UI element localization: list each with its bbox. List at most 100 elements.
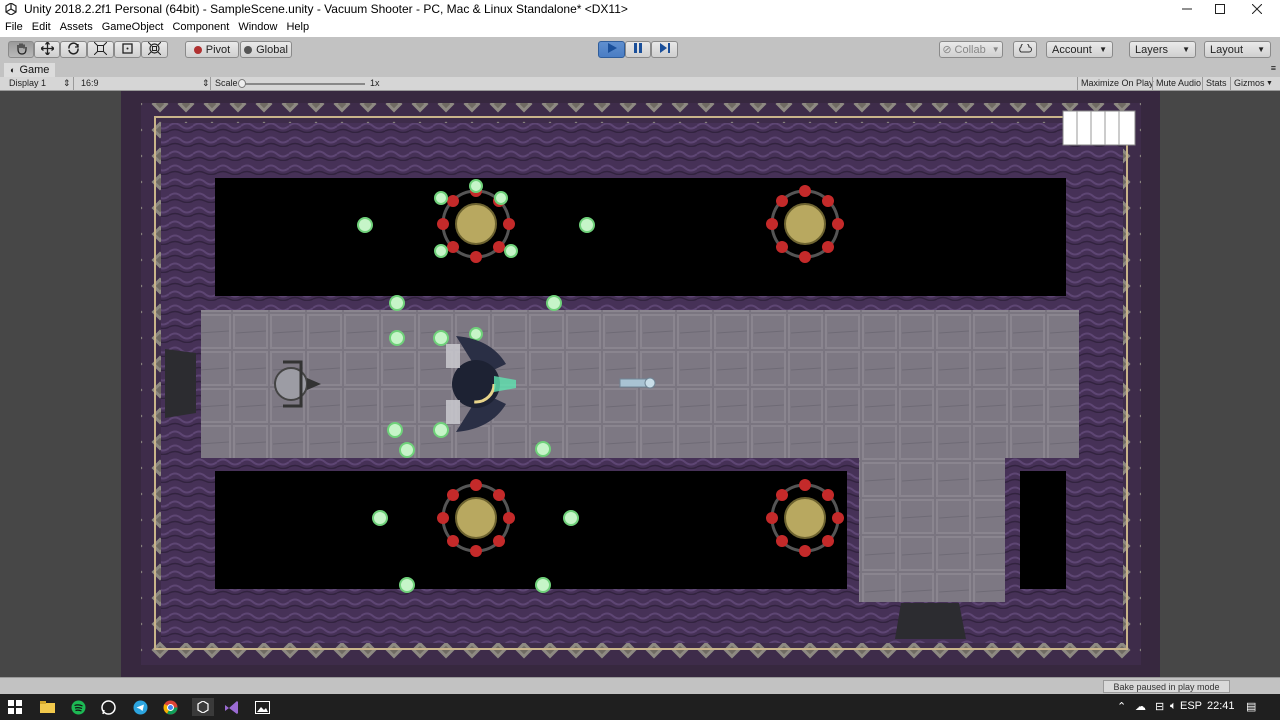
- step-icon: [659, 42, 671, 57]
- move-icon: [40, 41, 54, 58]
- volume-icon[interactable]: 🔈︎: [1170, 700, 1177, 713]
- transform-tool-button[interactable]: [141, 41, 168, 58]
- title-bar: Unity 2018.2.2f1 Personal (64bit) - Samp…: [0, 0, 1280, 17]
- pivot-icon: [193, 45, 202, 54]
- chevron-updown-icon: ⇕: [202, 78, 210, 88]
- whatsapp-icon[interactable]: [99, 698, 117, 716]
- play-icon: [606, 42, 618, 57]
- account-label: Account: [1052, 43, 1092, 56]
- rect-tool-button[interactable]: [114, 41, 141, 58]
- game-tab-icon: ◐: [10, 65, 16, 75]
- network-icon[interactable]: ⊟: [1155, 700, 1164, 713]
- scale-label: Scale: [215, 78, 238, 88]
- tab-menu-icon[interactable]: ≡: [1271, 63, 1276, 73]
- game-tab-bar: ◐ Game ≡: [0, 63, 1280, 77]
- rect-icon: [121, 42, 134, 58]
- game-scene: [121, 91, 1160, 677]
- divider: [210, 77, 211, 91]
- game-view[interactable]: [0, 91, 1280, 677]
- rotate-icon: [67, 41, 80, 58]
- divider: [73, 77, 74, 91]
- divider: [1152, 77, 1153, 91]
- layers-label: Layers: [1135, 43, 1169, 56]
- scale-icon: [93, 41, 108, 58]
- window-title: Unity 2018.2.2f1 Personal (64bit) - Samp…: [24, 1, 628, 16]
- divider: [1077, 77, 1078, 91]
- pause-icon: [632, 42, 644, 57]
- scale-slider-track[interactable]: [240, 83, 365, 85]
- collab-label: Collab: [954, 43, 986, 56]
- spotify-icon[interactable]: [69, 698, 87, 716]
- status-bar: Bake paused in play mode: [0, 677, 1280, 694]
- cloud-icon: [1018, 42, 1032, 56]
- photos-icon[interactable]: [253, 698, 271, 716]
- chevron-up-icon[interactable]: ⌃: [1117, 700, 1126, 713]
- tab-game[interactable]: ◐ Game: [4, 63, 56, 77]
- chevron-down-icon: ▼: [991, 45, 1000, 54]
- global-label: Global: [256, 43, 288, 56]
- chevron-down-icon: ▼: [1099, 45, 1107, 54]
- menu-bar: File Edit Assets GameObject Component Wi…: [0, 17, 1280, 37]
- pivot-toggle[interactable]: Pivot: [185, 41, 239, 58]
- transform-icon: [147, 41, 162, 58]
- move-tool-button[interactable]: [34, 41, 60, 58]
- mute-audio-toggle[interactable]: Mute Audio: [1156, 78, 1201, 88]
- rotate-tool-button[interactable]: [60, 41, 87, 58]
- chevron-updown-icon: ⇕: [63, 78, 71, 88]
- game-view-toolbar: Display 1 ⇕ 16:9 ⇕ Scale 1x Maximize On …: [0, 77, 1280, 91]
- menu-edit[interactable]: Edit: [32, 21, 51, 33]
- scale-slider-thumb[interactable]: [238, 79, 246, 88]
- layout-dropdown[interactable]: Layout ▼: [1204, 41, 1271, 58]
- unity-editor-window: Unity 2018.2.2f1 Personal (64bit) - Samp…: [0, 0, 1280, 720]
- chevron-down-icon: ▼: [1257, 45, 1265, 54]
- windows-taskbar: ⌃ ☁ ⊟ 🔈︎ ESP 22:41 ▤: [0, 694, 1280, 720]
- game-tab-label: Game: [19, 64, 50, 76]
- scale-value: 1x: [370, 78, 380, 88]
- divider: [1202, 77, 1203, 91]
- unity-icon[interactable]: [192, 698, 214, 716]
- file-explorer-icon[interactable]: [38, 698, 56, 716]
- hand-tool-button[interactable]: [8, 41, 34, 58]
- cloud-button[interactable]: [1013, 41, 1037, 58]
- windows-start-icon[interactable]: [6, 698, 24, 716]
- play-button[interactable]: [598, 41, 625, 58]
- telegram-icon[interactable]: [131, 698, 149, 716]
- notifications-icon[interactable]: ▤: [1246, 700, 1256, 713]
- menu-component[interactable]: Component: [172, 21, 229, 33]
- step-button[interactable]: [651, 41, 678, 58]
- account-dropdown[interactable]: Account ▼: [1046, 41, 1113, 58]
- pause-button[interactable]: [625, 41, 651, 58]
- main-toolbar: Pivot Global ⊘ Collab ▼ Account ▼ Layers…: [0, 37, 1280, 63]
- bake-status: Bake paused in play mode: [1103, 680, 1230, 693]
- gizmos-dropdown[interactable]: Gizmos: [1234, 78, 1265, 88]
- menu-assets[interactable]: Assets: [60, 21, 93, 33]
- divider: [1230, 77, 1231, 91]
- unity-logo-icon: [4, 2, 18, 16]
- menu-file[interactable]: File: [5, 21, 23, 33]
- chevron-down-icon: ▼: [1266, 80, 1273, 87]
- game-canvas[interactable]: [121, 91, 1160, 677]
- menu-window[interactable]: Window: [238, 21, 277, 33]
- stats-toggle[interactable]: Stats: [1206, 78, 1227, 88]
- chevron-down-icon: ▼: [1182, 45, 1190, 54]
- layers-dropdown[interactable]: Layers ▼: [1129, 41, 1196, 58]
- hand-icon: [15, 42, 28, 58]
- menu-help[interactable]: Help: [286, 21, 309, 33]
- close-icon[interactable]: [1234, 0, 1280, 17]
- chrome-icon[interactable]: [161, 698, 179, 716]
- aspect-dropdown[interactable]: 16:9: [81, 78, 99, 88]
- clock[interactable]: 22:41: [1207, 700, 1235, 712]
- collab-dropdown[interactable]: ⊘ Collab ▼: [939, 41, 1003, 58]
- cloud-icon[interactable]: ☁: [1135, 700, 1146, 713]
- display-dropdown[interactable]: Display 1: [9, 78, 46, 88]
- global-toggle[interactable]: Global: [240, 41, 292, 58]
- layout-label: Layout: [1210, 43, 1244, 56]
- language-indicator[interactable]: ESP: [1180, 700, 1202, 712]
- menu-gameobject[interactable]: GameObject: [102, 21, 164, 33]
- collab-icon: ⊘: [942, 44, 952, 56]
- visual-studio-icon[interactable]: [222, 698, 240, 716]
- scale-tool-button[interactable]: [87, 41, 114, 58]
- maximize-on-play-toggle[interactable]: Maximize On Play: [1081, 78, 1154, 88]
- pivot-label: Pivot: [205, 43, 231, 56]
- globe-icon: [244, 45, 253, 54]
